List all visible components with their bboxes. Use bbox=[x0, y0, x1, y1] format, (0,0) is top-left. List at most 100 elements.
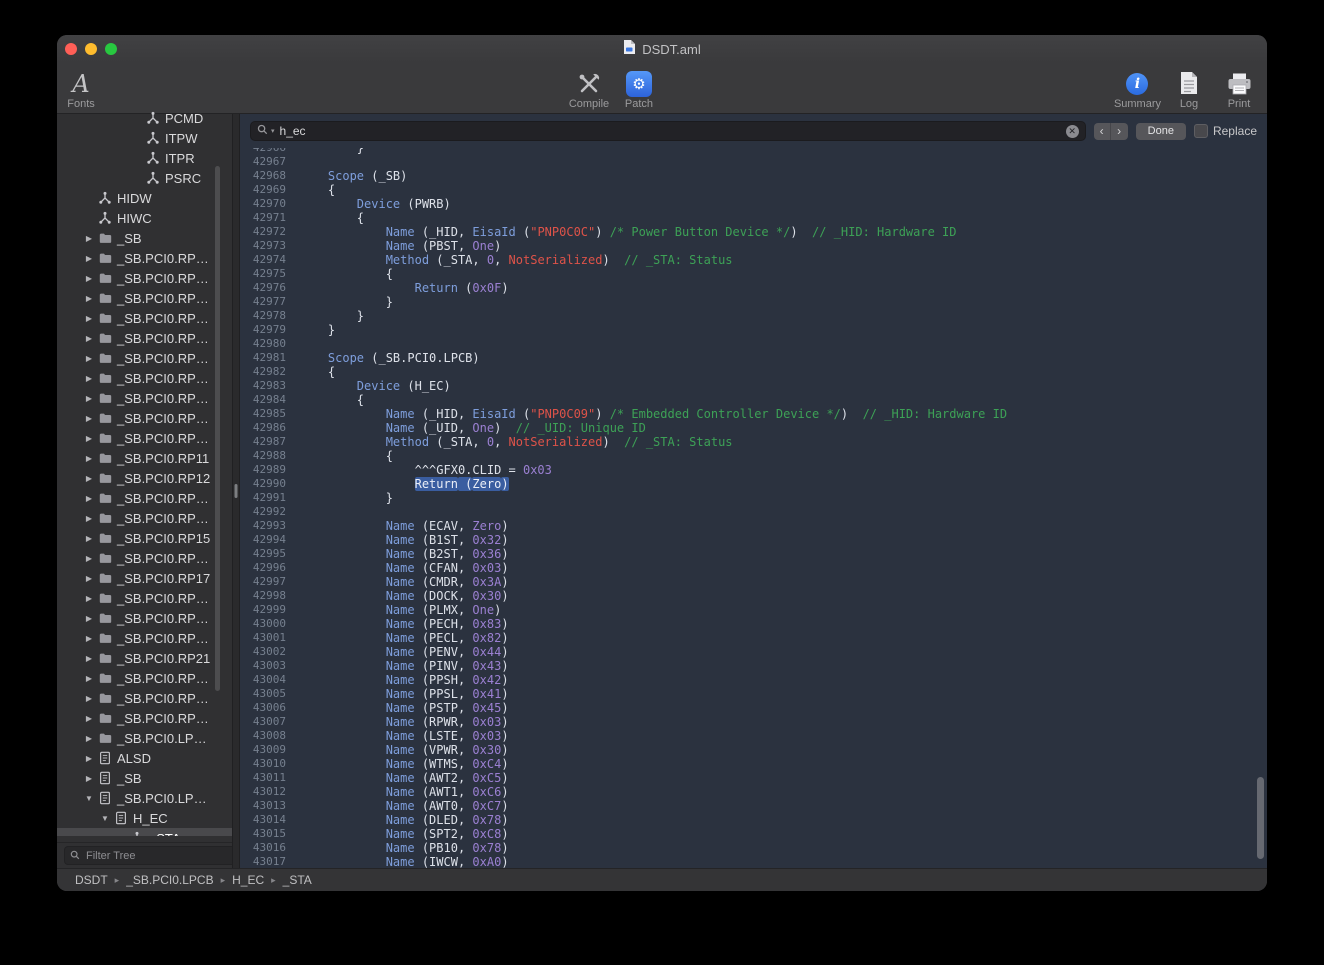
chevron-right-icon[interactable]: ▶ bbox=[81, 314, 97, 323]
chevron-right-icon[interactable]: ▶ bbox=[81, 354, 97, 363]
chevron-right-icon[interactable]: ▶ bbox=[81, 274, 97, 283]
minimize-button[interactable] bbox=[85, 43, 97, 55]
search-input[interactable] bbox=[278, 123, 1063, 139]
chevron-right-icon[interactable]: ▶ bbox=[81, 254, 97, 263]
navigation-tree[interactable]: PCMDITPWITPRPSRCHIDWHIWC▶_SB▶_SB.PCI0.RP… bbox=[57, 108, 232, 836]
sidebar-item-sb-pci0-rp[interactable]: ▶_SB.PCI0.RP… bbox=[57, 508, 232, 528]
chevron-right-icon[interactable]: ▶ bbox=[81, 414, 97, 423]
sidebar-item-sb-pci0-lp[interactable]: ▶_SB.PCI0.LP… bbox=[57, 728, 232, 748]
pane-splitter[interactable] bbox=[232, 114, 240, 868]
chevron-right-icon[interactable]: ▶ bbox=[81, 734, 97, 743]
sidebar-item-sb-pci0-rp[interactable]: ▶_SB.PCI0.RP… bbox=[57, 348, 232, 368]
chevron-right-icon[interactable]: ▶ bbox=[81, 334, 97, 343]
sidebar-item-itpr[interactable]: ITPR bbox=[57, 148, 232, 168]
chevron-right-icon[interactable]: ▶ bbox=[81, 574, 97, 583]
replace-checkbox[interactable] bbox=[1194, 124, 1208, 138]
chevron-right-icon[interactable]: ▶ bbox=[81, 534, 97, 543]
folder-icon bbox=[97, 331, 113, 345]
chevron-right-icon[interactable]: ▶ bbox=[81, 654, 97, 663]
sidebar-item-psrc[interactable]: PSRC bbox=[57, 168, 232, 188]
sidebar-item-sb-pci0-rp[interactable]: ▶_SB.PCI0.RP… bbox=[57, 588, 232, 608]
chevron-right-icon[interactable]: ▶ bbox=[81, 614, 97, 623]
search-options-chevron-icon[interactable]: ▾ bbox=[271, 127, 275, 135]
done-button[interactable]: Done bbox=[1136, 123, 1186, 140]
splitter-grip-icon[interactable] bbox=[235, 484, 238, 498]
sidebar-item-sb-pci0-rp[interactable]: ▶_SB.PCI0.RP… bbox=[57, 548, 232, 568]
filter-field[interactable] bbox=[64, 846, 236, 865]
clear-search-icon[interactable]: ✕ bbox=[1066, 125, 1079, 138]
zoom-button[interactable] bbox=[105, 43, 117, 55]
sidebar-item-alsd[interactable]: ▶ALSD bbox=[57, 748, 232, 768]
breadcrumb-item[interactable]: _STA bbox=[283, 873, 312, 887]
compile-button[interactable]: Compile bbox=[567, 66, 611, 110]
chevron-right-icon[interactable]: ▶ bbox=[81, 594, 97, 603]
sidebar-item-sta[interactable]: _STA bbox=[57, 828, 232, 836]
sidebar-item-sb-pci0-rp15[interactable]: ▶_SB.PCI0.RP15 bbox=[57, 528, 232, 548]
summary-button[interactable]: i Summary bbox=[1114, 66, 1161, 110]
sidebar-item-sb-pci0-rp[interactable]: ▶_SB.PCI0.RP… bbox=[57, 288, 232, 308]
chevron-right-icon[interactable]: ▶ bbox=[81, 694, 97, 703]
line-number: 43003 bbox=[240, 659, 299, 673]
chevron-right-icon[interactable]: ▶ bbox=[81, 234, 97, 243]
code-editor[interactable]: 42966 }4296742968 Scope (_SB)42969 {4297… bbox=[240, 141, 1267, 868]
search-field[interactable]: ▾ ✕ bbox=[250, 121, 1086, 141]
titlebar[interactable]: DSDT.aml bbox=[57, 35, 1267, 63]
sidebar-item-sb[interactable]: ▶_SB bbox=[57, 768, 232, 788]
chevron-right-icon[interactable]: ▶ bbox=[81, 474, 97, 483]
sidebar-item-sb[interactable]: ▶_SB bbox=[57, 228, 232, 248]
find-previous-button[interactable]: ‹ bbox=[1094, 123, 1111, 140]
breadcrumb-item[interactable]: _SB.PCI0.LPCB bbox=[126, 873, 213, 887]
sidebar-item-itpw[interactable]: ITPW bbox=[57, 128, 232, 148]
chevron-right-icon[interactable]: ▶ bbox=[81, 374, 97, 383]
find-next-button[interactable]: › bbox=[1111, 123, 1128, 140]
sidebar-item-hiwc[interactable]: HIWC bbox=[57, 208, 232, 228]
sidebar-item-sb-pci0-rp[interactable]: ▶_SB.PCI0.RP… bbox=[57, 368, 232, 388]
chevron-right-icon[interactable]: ▶ bbox=[81, 754, 97, 763]
chevron-right-icon[interactable]: ▶ bbox=[81, 514, 97, 523]
editor-scrollbar[interactable] bbox=[1257, 777, 1264, 859]
sidebar-item-pcmd[interactable]: PCMD bbox=[57, 108, 232, 128]
sidebar-item-sb-pci0-rp17[interactable]: ▶_SB.PCI0.RP17 bbox=[57, 568, 232, 588]
sidebar-item-sb-pci0-rp21[interactable]: ▶_SB.PCI0.RP21 bbox=[57, 648, 232, 668]
chevron-right-icon[interactable]: ▶ bbox=[81, 674, 97, 683]
chevron-right-icon[interactable]: ▶ bbox=[81, 494, 97, 503]
sidebar-item-sb-pci0-rp[interactable]: ▶_SB.PCI0.RP… bbox=[57, 708, 232, 728]
sidebar-item-sb-pci0-rp[interactable]: ▶_SB.PCI0.RP… bbox=[57, 408, 232, 428]
chevron-right-icon[interactable]: ▶ bbox=[81, 634, 97, 643]
sidebar-item-sb-pci0-rp[interactable]: ▶_SB.PCI0.RP… bbox=[57, 268, 232, 288]
print-button[interactable]: Print bbox=[1217, 66, 1261, 110]
sidebar-scrollbar[interactable] bbox=[215, 166, 220, 691]
chevron-right-icon[interactable]: ▶ bbox=[81, 294, 97, 303]
chevron-right-icon[interactable]: ▶ bbox=[81, 394, 97, 403]
sidebar-item-sb-pci0-rp[interactable]: ▶_SB.PCI0.RP… bbox=[57, 428, 232, 448]
close-button[interactable] bbox=[65, 43, 77, 55]
breadcrumb-item[interactable]: H_EC bbox=[232, 873, 264, 887]
chevron-right-icon[interactable]: ▶ bbox=[81, 774, 97, 783]
chevron-right-icon[interactable]: ▶ bbox=[81, 454, 97, 463]
sidebar-item-sb-pci0-rp[interactable]: ▶_SB.PCI0.RP… bbox=[57, 688, 232, 708]
sidebar-item-sb-pci0-rp12[interactable]: ▶_SB.PCI0.RP12 bbox=[57, 468, 232, 488]
fonts-button[interactable]: A Fonts bbox=[59, 66, 103, 110]
sidebar-item-sb-pci0-rp[interactable]: ▶_SB.PCI0.RP… bbox=[57, 308, 232, 328]
patch-button[interactable]: ⚙ Patch bbox=[617, 66, 661, 110]
chevron-right-icon[interactable]: ▶ bbox=[81, 434, 97, 443]
chevron-right-icon[interactable]: ▶ bbox=[81, 554, 97, 563]
patch-label: Patch bbox=[625, 99, 653, 110]
sidebar-item-sb-pci0-rp[interactable]: ▶_SB.PCI0.RP… bbox=[57, 248, 232, 268]
sidebar-item-sb-pci0-rp[interactable]: ▶_SB.PCI0.RP… bbox=[57, 488, 232, 508]
chevron-right-icon[interactable]: ▶ bbox=[81, 714, 97, 723]
sidebar-item-h-ec[interactable]: ▼H_EC bbox=[57, 808, 232, 828]
sidebar-item-sb-pci0-rp[interactable]: ▶_SB.PCI0.RP… bbox=[57, 388, 232, 408]
sidebar-item-hidw[interactable]: HIDW bbox=[57, 188, 232, 208]
chevron-down-icon[interactable]: ▼ bbox=[97, 814, 113, 823]
sidebar-item-sb-pci0-rp[interactable]: ▶_SB.PCI0.RP… bbox=[57, 608, 232, 628]
filter-tree-input[interactable] bbox=[84, 849, 230, 863]
breadcrumb-item[interactable]: DSDT bbox=[75, 873, 108, 887]
chevron-down-icon[interactable]: ▼ bbox=[81, 794, 97, 803]
sidebar-item-sb-pci0-rp[interactable]: ▶_SB.PCI0.RP… bbox=[57, 668, 232, 688]
sidebar-item-sb-pci0-lp[interactable]: ▼_SB.PCI0.LP… bbox=[57, 788, 232, 808]
log-button[interactable]: Log bbox=[1167, 66, 1211, 110]
sidebar-item-sb-pci0-rp[interactable]: ▶_SB.PCI0.RP… bbox=[57, 628, 232, 648]
sidebar-item-sb-pci0-rp11[interactable]: ▶_SB.PCI0.RP11 bbox=[57, 448, 232, 468]
sidebar-item-sb-pci0-rp[interactable]: ▶_SB.PCI0.RP… bbox=[57, 328, 232, 348]
